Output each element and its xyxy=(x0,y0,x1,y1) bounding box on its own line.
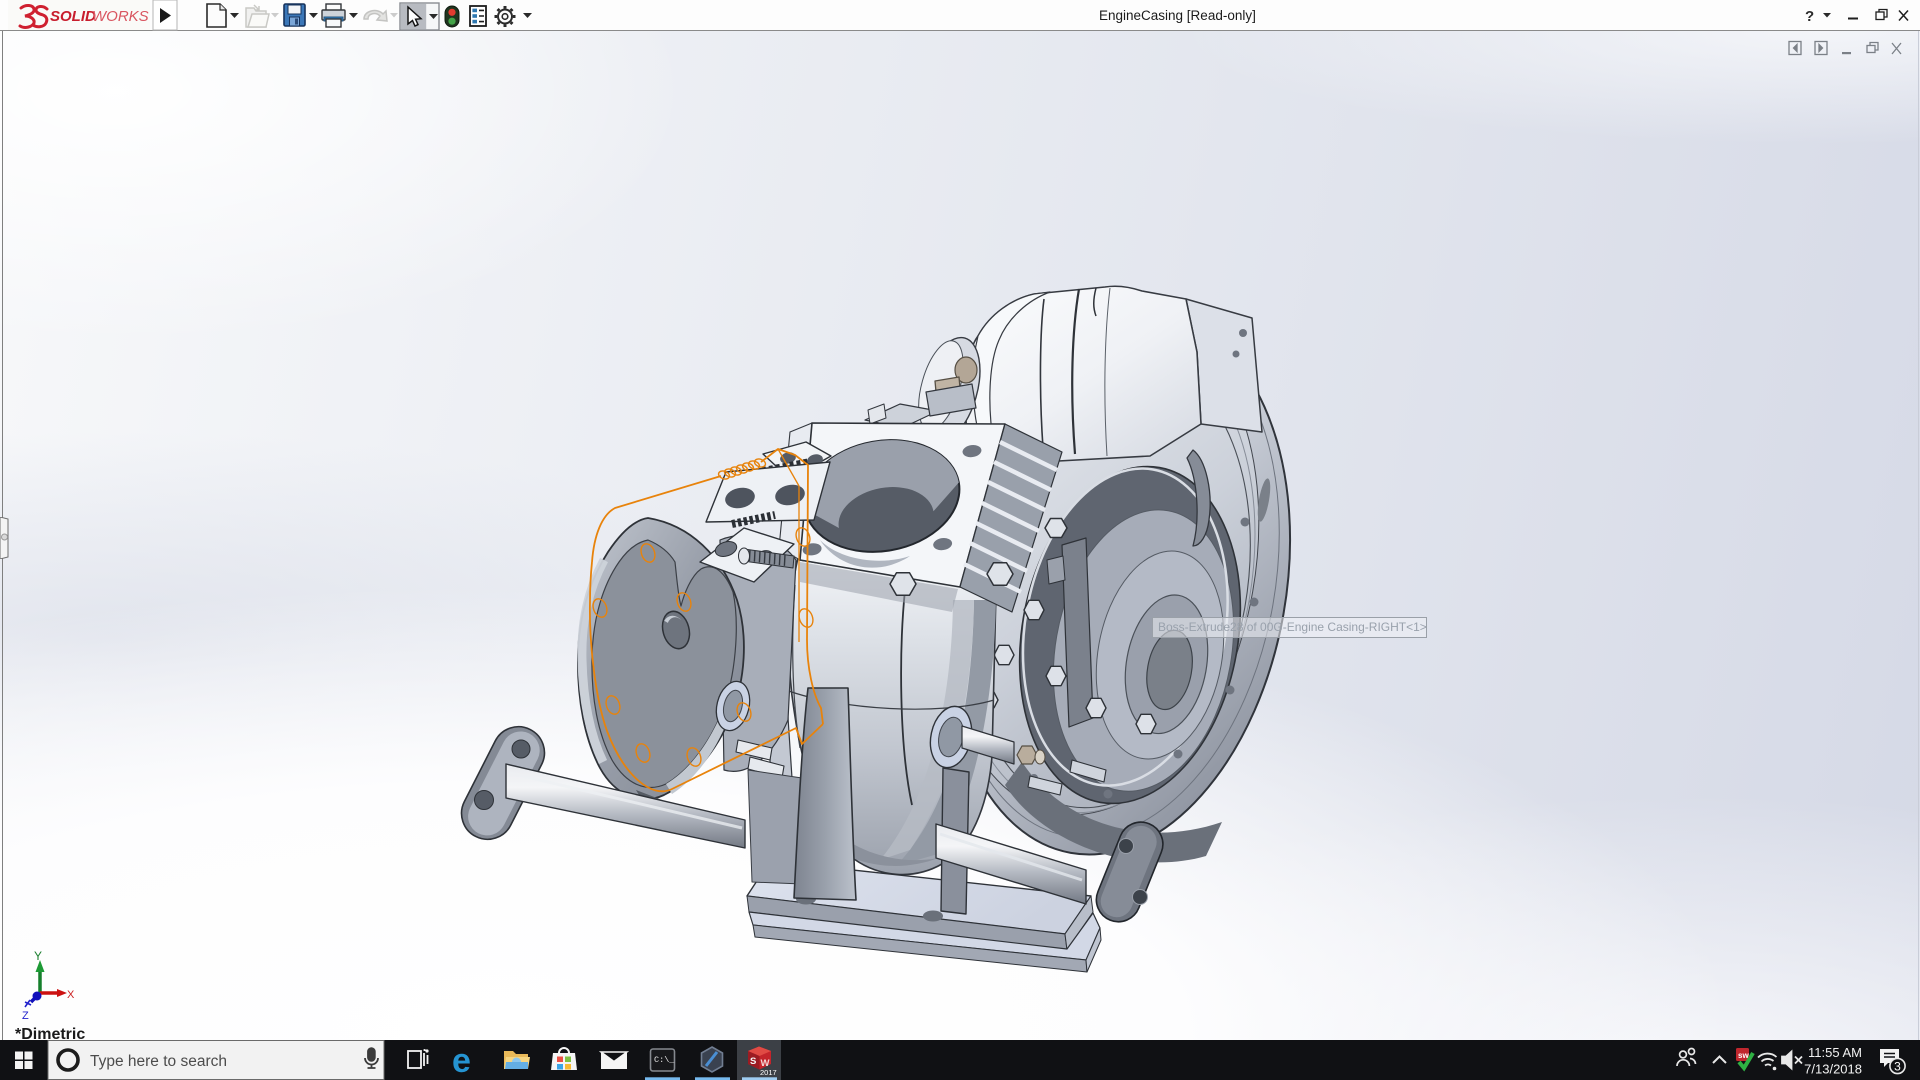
svg-text:2017: 2017 xyxy=(760,1068,777,1077)
svg-text:Y: Y xyxy=(34,949,42,963)
svg-text:X: X xyxy=(67,989,75,1001)
svg-text:SOLID: SOLID xyxy=(50,8,96,25)
svg-text:Type here to search: Type here to search xyxy=(90,1053,227,1070)
svg-text:7/13/2018: 7/13/2018 xyxy=(1804,1062,1862,1077)
svg-text:WORKS: WORKS xyxy=(92,8,149,25)
svg-text:?: ? xyxy=(1805,8,1814,25)
svg-text:e: e xyxy=(452,1042,471,1080)
svg-text:Z: Z xyxy=(22,1010,29,1022)
svg-text:11:55 AM: 11:55 AM xyxy=(1808,1045,1862,1060)
svg-text:C:\_: C:\_ xyxy=(654,1055,675,1065)
svg-text:S: S xyxy=(750,1056,756,1067)
svg-text:3: 3 xyxy=(1894,1060,1901,1074)
